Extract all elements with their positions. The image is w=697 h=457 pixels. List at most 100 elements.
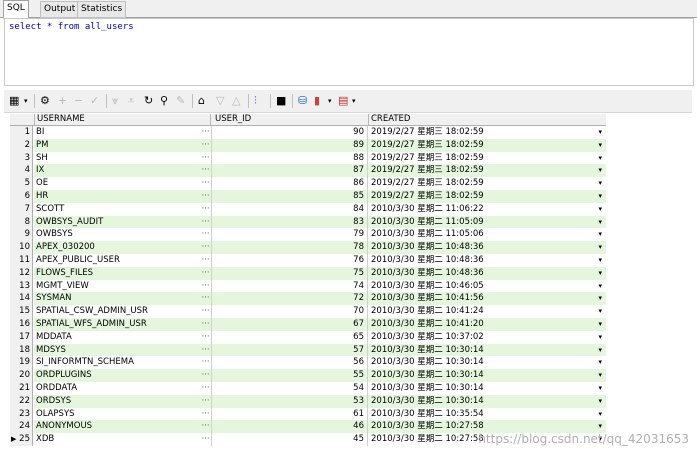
table-row[interactable]: 10 APEX_030200 ··· 78 2010/3/30 星期二 10:48:36… <box>10 241 606 254</box>
cell-username[interactable]: BI <box>34 126 210 139</box>
cell-ellipsis-button[interactable]: ··· <box>200 202 212 216</box>
tab-output[interactable]: Output <box>40 1 80 18</box>
date-dropdown-icon[interactable]: ▾ <box>598 395 602 408</box>
cell-username[interactable]: XDB <box>34 433 210 446</box>
cell-created[interactable]: 2010/3/30 星期二 10:41:24 ▾ <box>368 305 606 318</box>
table-row[interactable]: 18 MDSYS ··· 57 2010/3/30 星期二 10:30:14 ▾ <box>10 343 606 357</box>
date-dropdown-icon[interactable]: ▾ <box>598 126 602 139</box>
column-header-created[interactable]: CREATED <box>368 114 606 125</box>
table-row[interactable]: 21 ORDDATA ··· 54 2010/3/30 星期二 10:30:14 ▾ <box>10 382 606 395</box>
cell-user-id[interactable]: 56 <box>212 356 368 370</box>
date-dropdown-icon[interactable]: ▾ <box>598 267 602 280</box>
date-dropdown-icon[interactable]: ▾ <box>598 190 602 203</box>
cell-username[interactable]: ORDSYS <box>34 394 210 408</box>
cell-ellipsis-button[interactable]: ··· <box>200 394 212 408</box>
cell-ellipsis-button[interactable]: ··· <box>200 382 212 395</box>
next-icon[interactable]: △ <box>232 94 240 108</box>
cell-created[interactable]: 2010/3/30 星期二 10:48:36 ▾ <box>368 241 606 254</box>
post-icon[interactable]: ✓ <box>90 94 99 108</box>
cell-created[interactable]: 2010/3/30 星期二 11:05:09 ▾ <box>368 215 606 229</box>
date-dropdown-icon[interactable]: ▾ <box>598 382 602 395</box>
sql-editor[interactable]: select * from all_users <box>4 18 694 86</box>
date-dropdown-icon[interactable]: ▾ <box>598 356 602 369</box>
cell-user-id[interactable]: 65 <box>212 330 368 344</box>
cell-created[interactable]: 2010/3/30 星期二 10:48:36 ▾ <box>368 266 606 280</box>
lock-icon[interactable]: ⌂ <box>198 94 205 108</box>
date-dropdown-icon[interactable]: ▾ <box>598 164 602 177</box>
cell-created[interactable]: 2019/2/27 星期三 18:02:59 ▾ <box>368 164 606 178</box>
date-dropdown-icon[interactable]: ▾ <box>598 292 602 305</box>
grid-icon[interactable]: ▦ <box>9 94 19 108</box>
column-header-username[interactable]: USERNAME <box>34 114 211 125</box>
cell-created[interactable]: 2010/3/30 星期二 10:30:14 ▾ <box>368 369 606 382</box>
cell-user-id[interactable]: 75 <box>212 266 368 280</box>
cell-created[interactable]: 2019/2/27 星期三 18:02:59 ▾ <box>368 126 606 139</box>
cell-user-id[interactable]: 55 <box>212 369 368 382</box>
filter-icon[interactable]: ⩡ <box>128 94 134 108</box>
cell-username[interactable]: APEX_030200 <box>34 241 210 254</box>
cell-user-id[interactable]: 79 <box>212 228 368 242</box>
add-row-icon[interactable]: + <box>58 94 67 108</box>
cell-user-id[interactable]: 84 <box>212 202 368 216</box>
table-row[interactable]: 9 OWBSYS ··· 79 2010/3/30 星期二 11:05:06 ▾ <box>10 228 606 242</box>
table-row[interactable]: 7 SCOTT ··· 84 2010/3/30 星期二 11:06:22 ▾ <box>10 202 606 216</box>
table-row[interactable]: 5 OE ··· 86 2019/2/27 星期三 18:02:59 ▾ <box>10 177 606 190</box>
cell-ellipsis-button[interactable]: ··· <box>200 279 212 293</box>
cell-created[interactable]: 2010/3/30 星期二 11:06:22 ▾ <box>368 203 606 216</box>
cell-user-id[interactable]: 83 <box>212 215 368 229</box>
date-dropdown-icon[interactable]: ▾ <box>598 305 602 318</box>
clear-icon[interactable]: ✎ <box>176 94 185 108</box>
table-row[interactable]: 8 OWBSYS_AUDIT ··· 83 2010/3/30 星期二 11:05:09… <box>10 215 606 229</box>
cell-user-id[interactable]: 85 <box>212 190 368 203</box>
cell-username[interactable]: SH <box>34 152 210 165</box>
cell-username[interactable]: FLOWS_FILES <box>34 266 210 280</box>
table-row[interactable]: 12 FLOWS_FILES ··· 75 2010/3/30 星期二 10:48:36… <box>10 266 606 280</box>
query-icon[interactable]: ⚙ <box>40 94 50 108</box>
cell-user-id[interactable]: 74 <box>212 279 368 293</box>
cell-user-id[interactable]: 78 <box>212 241 368 254</box>
date-dropdown-icon[interactable]: ▾ <box>598 408 602 421</box>
cell-created[interactable]: 2010/3/30 星期二 10:30:14 ▾ <box>368 356 606 369</box>
cell-ellipsis-button[interactable]: ··· <box>200 292 212 306</box>
filter-down-icon[interactable]: ⩔ <box>112 94 118 108</box>
dropdown-arrow-icon[interactable]: ▾ <box>24 94 28 108</box>
cell-user-id[interactable]: 88 <box>212 151 368 165</box>
cell-user-id[interactable]: 53 <box>212 394 368 408</box>
cell-user-id[interactable]: 70 <box>212 305 368 318</box>
cell-user-id[interactable]: 61 <box>212 407 368 421</box>
cell-created[interactable]: 2010/3/30 星期二 10:30:14 ▾ <box>368 382 606 395</box>
date-dropdown-icon[interactable]: ▾ <box>598 241 602 254</box>
table-row[interactable]: 20 ORDPLUGINS ··· 55 2010/3/30 星期二 10:30:14 ▾ <box>10 369 606 382</box>
cell-user-id[interactable]: 57 <box>212 343 368 357</box>
prev-icon[interactable]: ▽ <box>216 94 224 108</box>
date-dropdown-icon[interactable]: ▾ <box>598 228 602 241</box>
cell-created[interactable]: 2010/3/30 星期二 10:46:05 ▾ <box>368 280 606 293</box>
tab-statistics[interactable]: Statistics <box>77 1 127 18</box>
cell-username[interactable]: SPATIAL_CSW_ADMIN_USR <box>34 305 210 318</box>
cell-username[interactable]: SPATIAL_WFS_ADMIN_USR <box>34 318 210 331</box>
cell-ellipsis-button[interactable]: ··· <box>200 254 212 267</box>
cell-user-id[interactable]: 86 <box>212 177 368 190</box>
cell-created[interactable]: 2019/2/27 星期三 18:02:59 ▾ <box>368 190 606 203</box>
cell-username[interactable]: SYSMAN <box>34 292 210 306</box>
cell-user-id[interactable]: 76 <box>212 254 368 267</box>
table-row[interactable]: 13 MGMT_VIEW ··· 74 2010/3/30 星期二 10:46:05 ▾ <box>10 279 606 293</box>
tab-sql[interactable]: SQL <box>3 0 29 19</box>
cell-ellipsis-button[interactable]: ··· <box>200 241 212 254</box>
result-grid[interactable]: USERNAME USER_ID CREATED 1 BI ··· 90 2019/2/… <box>10 114 606 457</box>
cell-created[interactable]: 2010/3/30 星期二 10:37:02 ▾ <box>368 331 606 344</box>
date-dropdown-icon[interactable]: ▾ <box>598 318 602 331</box>
cell-ellipsis-button[interactable]: ··· <box>200 177 212 190</box>
cell-username[interactable]: HR <box>34 190 210 203</box>
date-dropdown-icon[interactable]: ▾ <box>598 216 602 229</box>
cell-ellipsis-button[interactable]: ··· <box>200 433 212 446</box>
table-row[interactable]: 1 BI ··· 90 2019/2/27 星期三 18:02:59 ▾ <box>10 126 606 139</box>
cell-created[interactable]: 2010/3/30 星期二 10:30:14 ▾ <box>368 343 606 357</box>
cell-username[interactable]: PM <box>34 138 210 152</box>
cell-created[interactable]: 2010/3/30 星期二 10:41:20 ▾ <box>368 318 606 331</box>
cell-ellipsis-button[interactable]: ··· <box>200 190 212 203</box>
cell-created[interactable]: 2019/2/27 星期三 18:02:59 ▾ <box>368 177 606 190</box>
cell-ellipsis-button[interactable]: ··· <box>200 266 212 280</box>
cell-user-id[interactable]: 46 <box>212 420 368 434</box>
cell-ellipsis-button[interactable]: ··· <box>200 228 212 242</box>
